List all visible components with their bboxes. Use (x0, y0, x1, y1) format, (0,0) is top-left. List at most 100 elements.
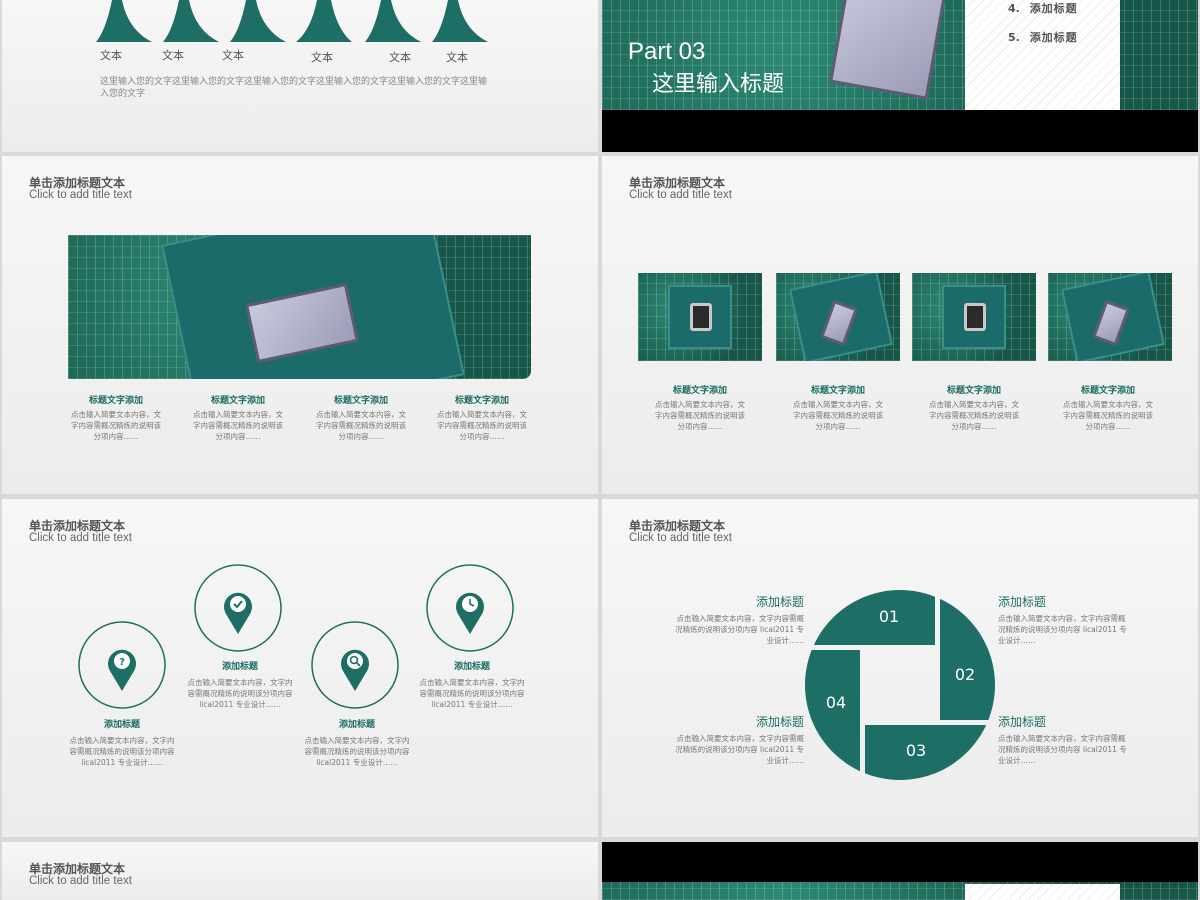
shape-label: 文本 (446, 51, 468, 64)
item-text: 点击输入简要文本内容，文字内容需概况精炼的说明该分项内容…… (193, 410, 283, 441)
clock-pin-icon (426, 564, 514, 652)
question-pin-icon: ? (78, 621, 166, 709)
feature-item: 标题文字添加 点击输入简要文本内容，文字内容需概况精炼的说明该分项内容…… (192, 393, 284, 442)
item-title: 添加标题 (998, 595, 1047, 609)
item-text: 点击输入简要文本内容，文字内容需概况精炼的说明该分项内容…… (316, 410, 406, 441)
icon-item: 添加标题 点击输入简要文本内容，文字内容需概况精炼的说明该分项内容 lical2… (418, 659, 526, 710)
item-text: 点击输入简要文本内容，文字内容需概况精炼的说明该分项内容…… (929, 400, 1019, 431)
trapezoid-shapes (96, 0, 488, 42)
item-title: 标题文字添加 (810, 386, 865, 396)
segment-01 (805, 590, 935, 645)
item-title: 标题文字添加 (210, 396, 265, 406)
item-title: 标题文字添加 (672, 386, 727, 396)
menu-panel (965, 884, 1120, 900)
item-text: 点击输入简要文本内容，文字内容需概况精炼的说明该分项内容…… (71, 410, 161, 441)
slide-subtitle: Click to add title text (29, 189, 132, 201)
shape-label: 文本 (100, 49, 122, 62)
item-text: 点击输入简要文本内容，文字内容需概况精炼的说明该分项内容 lical2011 专… (675, 614, 804, 645)
slide-thumbnail-grid: 文本 文本 文本 文本 文本 文本 这里输入您的文字这里输入您的文字这里输入您的… (0, 0, 1200, 900)
slide-thumbnail-7[interactable]: 单击添加标题文本 Click to add title text (2, 842, 598, 900)
menu-label: 添加标题 (1029, 2, 1078, 15)
item-text: 点击输入简要文本内容，文字内容需概况精炼的说明该分项内容 lical2011 专… (304, 736, 410, 767)
diagram-item: 添加标题 点击输入简要文本内容，文字内容需概况精炼的说明该分项内容 lical2… (672, 713, 804, 766)
slide-thumbnail-8[interactable] (602, 842, 1198, 900)
chip-shape (829, 0, 947, 100)
item-title: 添加标题 (453, 662, 490, 672)
item-title: 标题文字添加 (88, 396, 143, 406)
feature-item: 标题文字添加 点击输入简要文本内容，文字内容需概况精炼的说明该分项内容…… (792, 383, 884, 432)
part-heading: 这里输入标题 (652, 72, 785, 97)
segment-02 (940, 590, 995, 720)
menu-item[interactable]: 5. 添加标题 (1008, 29, 1078, 45)
item-title: 添加标题 (998, 715, 1047, 729)
segment-number: 03 (906, 741, 926, 760)
menu-panel (965, 0, 1120, 110)
circuit-board-image (1048, 273, 1172, 361)
search-pin-icon (311, 621, 399, 709)
icon-item: 添加标题 点击输入简要文本内容，文字内容需概况精炼的说明该分项内容 lical2… (68, 717, 176, 768)
feature-item: 标题文字添加 点击输入简要文本内容，文字内容需概况精炼的说明该分项内容…… (315, 393, 407, 442)
check-pin-icon (194, 564, 282, 652)
item-title: 标题文字添加 (1080, 386, 1135, 396)
item-title: 添加标题 (103, 720, 140, 730)
chip-shape (964, 303, 986, 331)
slide-thumbnail-1[interactable]: 文本 文本 文本 文本 文本 文本 这里输入您的文字这里输入您的文字这里输入您的… (2, 0, 598, 152)
item-text: 点击输入简要文本内容，文字内容需概况精炼的说明该分项内容…… (655, 400, 745, 431)
menu-item[interactable]: 4. 添加标题 (1008, 0, 1078, 16)
body-paragraph: 这里输入您的文字这里输入您的文字这里输入您的文字这里输入您的文字这里输入您的文字… (100, 77, 488, 99)
item-text: 点击输入简要文本内容，文字内容需概况精炼的说明该分项内容 lical2011 专… (69, 736, 175, 767)
segment-number: 04 (826, 693, 846, 712)
slide-subtitle: Click to add title text (629, 189, 732, 201)
segment-number: 02 (955, 665, 975, 684)
icon-item: 添加标题 点击输入简要文本内容，文字内容需概况精炼的说明该分项内容 lical2… (303, 717, 411, 768)
item-text: 点击输入简要文本内容，文字内容需概况精炼的说明该分项内容…… (793, 400, 883, 431)
slide-thumbnail-5[interactable]: 单击添加标题文本 Click to add title text ? 添加标题 … (2, 499, 598, 837)
diagram-item: 添加标题 点击输入简要文本内容，文字内容需概况精炼的说明该分项内容 lical2… (998, 713, 1130, 766)
chip-shape (690, 303, 712, 331)
slide-thumbnail-6[interactable]: 单击添加标题文本 Click to add title text 01 02 0… (602, 499, 1198, 837)
item-text: 点击输入简要文本内容，文字内容需概况精炼的说明该分项内容 lical2011 专… (675, 734, 804, 765)
slide-thumbnail-4[interactable]: 单击添加标题文本 Click to add title text 标题文字添加 … (602, 156, 1198, 494)
item-text: 点击输入简要文本内容，文字内容需概况精炼的说明该分项内容…… (437, 410, 527, 441)
icon-item: 添加标题 点击输入简要文本内容，文字内容需概况精炼的说明该分项内容 lical2… (186, 659, 294, 710)
diagram-item: 添加标题 点击输入简要文本内容，文字内容需概况精炼的说明该分项内容 lical2… (998, 593, 1130, 646)
feature-item: 标题文字添加 点击输入简要文本内容，文字内容需概况精炼的说明该分项内容…… (928, 383, 1020, 432)
item-text: 点击输入简要文本内容，文字内容需概况精炼的说明该分项内容 lical2011 专… (998, 734, 1127, 765)
slide-thumbnail-3[interactable]: 单击添加标题文本 Click to add title text 标题文字添加 … (2, 156, 598, 494)
menu-label: 添加标题 (1029, 31, 1078, 44)
item-title: 标题文字添加 (333, 396, 388, 406)
item-title: 添加标题 (221, 662, 258, 672)
item-title: 添加标题 (338, 720, 375, 730)
segment-03 (865, 725, 995, 780)
item-text: 点击输入简要文本内容，文字内容需概况精炼的说明该分项内容 lical2011 专… (187, 678, 293, 709)
feature-item: 标题文字添加 点击输入简要文本内容，文字内容需概况精炼的说明该分项内容…… (654, 383, 746, 432)
slide-thumbnail-2[interactable]: Part 03 这里输入标题 4. 添加标题 5. 添加标题 (602, 0, 1198, 152)
item-text: 点击输入简要文本内容，文字内容需概况精炼的说明该分项内容…… (1063, 400, 1153, 431)
segment-04 (805, 650, 860, 780)
quad-circle-diagram: 01 02 03 04 (805, 590, 995, 780)
menu-number: 4. (1008, 2, 1020, 15)
circuit-board-image (776, 273, 900, 361)
shape-label: 文本 (222, 49, 244, 62)
item-text: 点击输入简要文本内容，文字内容需概况精炼的说明该分项内容 lical2011 专… (998, 614, 1127, 645)
feature-item: 标题文字添加 点击输入简要文本内容，文字内容需概况精炼的说明该分项内容…… (70, 393, 162, 442)
circuit-board-image (912, 273, 1036, 361)
shape-label: 文本 (162, 49, 184, 62)
shape-label: 文本 (311, 51, 333, 64)
segment-number: 01 (879, 607, 899, 626)
feature-item: 标题文字添加 点击输入简要文本内容，文字内容需概况精炼的说明该分项内容…… (436, 393, 528, 442)
item-text: 点击输入简要文本内容，文字内容需概况精炼的说明该分项内容 lical2011 专… (419, 678, 525, 709)
shape-label: 文本 (389, 51, 411, 64)
circuit-board-image (638, 273, 762, 361)
svg-text:?: ? (119, 657, 125, 668)
item-title: 标题文字添加 (946, 386, 1001, 396)
circuit-board-image (68, 235, 531, 379)
diagram-item: 添加标题 点击输入简要文本内容，文字内容需概况精炼的说明该分项内容 lical2… (672, 593, 804, 646)
menu-number: 5. (1008, 31, 1020, 44)
feature-item: 标题文字添加 点击输入简要文本内容，文字内容需概况精炼的说明该分项内容…… (1062, 383, 1154, 432)
slide-subtitle: Click to add title text (29, 875, 132, 887)
part-number: Part 03 (628, 38, 706, 65)
item-title: 添加标题 (755, 595, 804, 609)
item-title: 标题文字添加 (454, 396, 509, 406)
item-title: 添加标题 (755, 715, 804, 729)
